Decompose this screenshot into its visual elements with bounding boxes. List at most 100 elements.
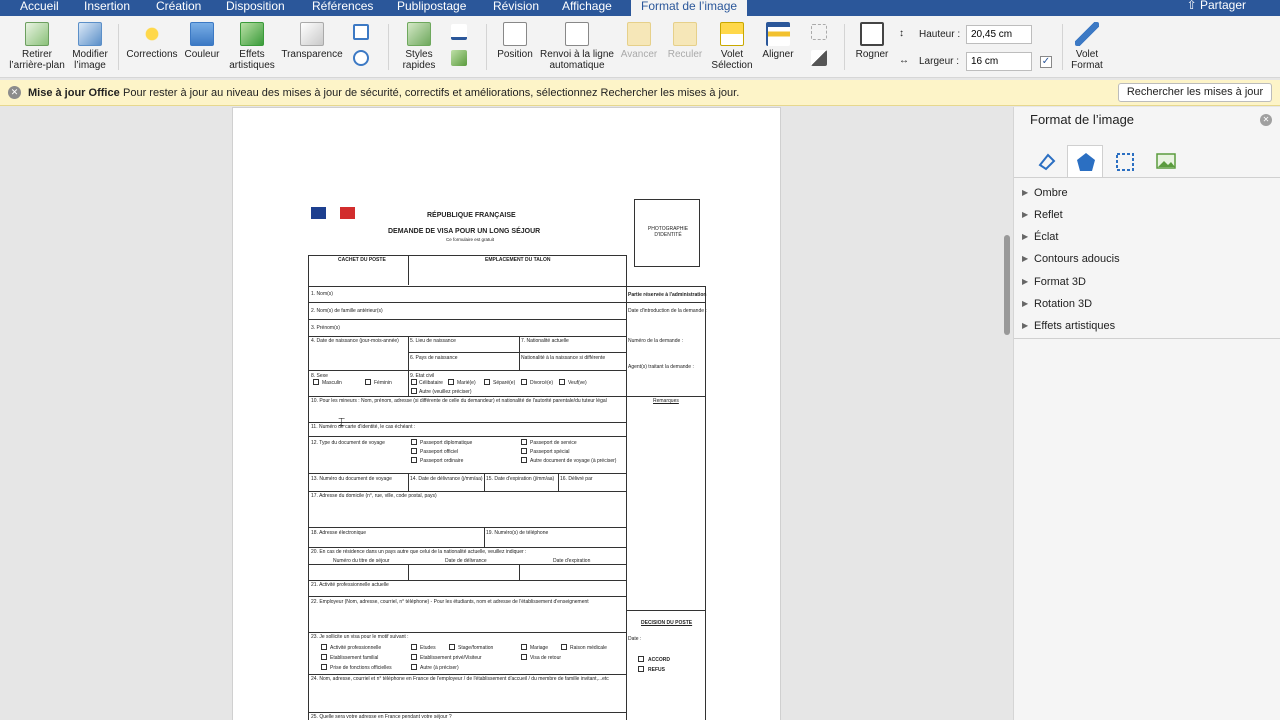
share-button[interactable]: ⇧ Partager bbox=[1187, 0, 1246, 12]
picture-border-button[interactable] bbox=[446, 24, 472, 43]
checkbox-duty[interactable] bbox=[321, 664, 327, 670]
tab-publipostage[interactable]: Publipostage bbox=[397, 0, 466, 16]
quick-styles-button[interactable]: Styles rapides bbox=[398, 22, 440, 71]
other-doc-label: Autre document de voyage (à préciser) bbox=[530, 458, 617, 464]
artistic-effects-button[interactable]: Effets artistiques bbox=[226, 22, 278, 71]
checkbox-other-status[interactable] bbox=[411, 388, 417, 394]
format-pane-button[interactable]: Volet Format bbox=[1066, 22, 1108, 71]
checkbox-widow[interactable] bbox=[559, 379, 565, 385]
tab-layout-size[interactable] bbox=[1107, 145, 1143, 177]
selection-pane-label: Volet Sélection bbox=[711, 49, 753, 71]
tab-revision[interactable]: Révision bbox=[493, 0, 539, 16]
lock-aspect-checkbox[interactable]: ✓ bbox=[1040, 56, 1052, 68]
special-label: Passeport spécial bbox=[530, 449, 570, 455]
checkbox-service[interactable] bbox=[521, 439, 527, 445]
check-updates-button[interactable]: Rechercher les mises à jour bbox=[1118, 83, 1272, 102]
checkbox-refus[interactable] bbox=[638, 666, 644, 672]
change-picture-button[interactable] bbox=[350, 50, 372, 69]
height-input[interactable] bbox=[966, 25, 1032, 44]
checkbox-separated[interactable] bbox=[484, 379, 490, 385]
checkbox-official[interactable] bbox=[411, 448, 417, 454]
section-3d-rotation[interactable]: ▶ Rotation 3D bbox=[1014, 293, 1280, 315]
section-glow[interactable]: ▶ Éclat bbox=[1014, 226, 1280, 248]
tab-disposition[interactable]: Disposition bbox=[226, 0, 285, 16]
edit-image-button[interactable]: Modifier l’image bbox=[66, 22, 114, 71]
chevron-right-icon: ▶ bbox=[1022, 321, 1029, 330]
field-22: 22. Employeur (Nom, adresse, courriel, n… bbox=[311, 599, 589, 605]
section-shadow[interactable]: ▶ Ombre bbox=[1014, 182, 1280, 204]
bring-forward-button[interactable]: Avancer bbox=[618, 22, 660, 60]
crop-button[interactable]: Rogner bbox=[852, 22, 892, 60]
checkbox-ordinary[interactable] bbox=[411, 457, 417, 463]
checkbox-marriage[interactable] bbox=[521, 644, 527, 650]
form-line bbox=[308, 580, 626, 581]
form-line bbox=[308, 527, 626, 528]
checkbox-divorced[interactable] bbox=[521, 379, 527, 385]
field-14: 14. Date de délivrance (j/mm/aa) bbox=[410, 476, 483, 482]
chevron-right-icon: ▶ bbox=[1022, 210, 1029, 219]
section-3d-format[interactable]: ▶ Format 3D bbox=[1014, 271, 1280, 293]
checkbox-special[interactable] bbox=[521, 448, 527, 454]
checkbox-accord[interactable] bbox=[638, 656, 644, 662]
pen-icon bbox=[451, 24, 467, 40]
tab-format-image[interactable]: Format de l’image bbox=[631, 0, 748, 16]
close-icon[interactable]: ✕ bbox=[1260, 114, 1272, 126]
separated-label: Séparé(e) bbox=[493, 380, 516, 386]
visa-form-image[interactable]: RÉPUBLIQUE FRANÇAISE DEMANDE DE VISA POU… bbox=[308, 199, 708, 720]
tab-fill-line[interactable] bbox=[1028, 145, 1064, 177]
tab-creation[interactable]: Création bbox=[156, 0, 201, 16]
section-soft-edges[interactable]: ▶ Contours adoucis bbox=[1014, 248, 1280, 270]
checkbox-male[interactable] bbox=[313, 379, 319, 385]
tab-effects[interactable] bbox=[1067, 145, 1103, 177]
width-input[interactable] bbox=[966, 52, 1032, 71]
tab-affichage[interactable]: Affichage bbox=[562, 0, 612, 16]
chevron-right-icon: ▶ bbox=[1022, 299, 1029, 308]
tab-references[interactable]: Références bbox=[312, 0, 373, 16]
corrections-button[interactable]: Corrections bbox=[124, 22, 180, 60]
form-line bbox=[408, 564, 409, 580]
checkbox-diplomatic[interactable] bbox=[411, 439, 417, 445]
checkbox-studies[interactable] bbox=[411, 644, 417, 650]
tab-insertion[interactable]: Insertion bbox=[84, 0, 130, 16]
ribbon-separator bbox=[118, 24, 119, 70]
position-button[interactable]: Position bbox=[494, 22, 536, 60]
service-label: Passeport de service bbox=[530, 440, 577, 446]
section-reflection[interactable]: ▶ Reflet bbox=[1014, 204, 1280, 226]
female-label: Féminin bbox=[374, 380, 392, 386]
group-button[interactable] bbox=[806, 24, 832, 43]
checkbox-single[interactable] bbox=[411, 379, 417, 385]
remove-background-icon bbox=[25, 22, 49, 46]
chevron-right-icon: ▶ bbox=[1022, 188, 1029, 197]
checkbox-private[interactable] bbox=[411, 654, 417, 660]
family-label: Etablissement familial bbox=[330, 655, 379, 661]
checkbox-internship[interactable] bbox=[449, 644, 455, 650]
selection-pane-button[interactable]: Volet Sélection bbox=[708, 22, 756, 71]
compress-pictures-button[interactable] bbox=[350, 24, 372, 43]
remove-background-button[interactable]: Retirer l’arrière-plan bbox=[6, 22, 68, 71]
checkbox-pro[interactable] bbox=[321, 644, 327, 650]
checkbox-other-doc[interactable] bbox=[521, 457, 527, 463]
checkbox-married[interactable] bbox=[448, 379, 454, 385]
close-icon[interactable]: ✕ bbox=[8, 86, 21, 99]
rotate-button[interactable] bbox=[806, 50, 832, 69]
tab-accueil[interactable]: Accueil bbox=[20, 0, 59, 16]
checkbox-female[interactable] bbox=[365, 379, 371, 385]
align-button[interactable]: Aligner bbox=[760, 22, 796, 60]
checkbox-family[interactable] bbox=[321, 654, 327, 660]
wrap-text-button[interactable]: Renvoi à la ligne automatique bbox=[538, 22, 616, 71]
section-artistic-effects[interactable]: ▶ Effets artistiques bbox=[1014, 315, 1280, 337]
share-icon: ⇧ bbox=[1186, 0, 1200, 12]
other-status-label: Autre (veuillez préciser) bbox=[419, 389, 472, 395]
picture-effects-button[interactable] bbox=[446, 50, 472, 69]
send-backward-button[interactable]: Reculer bbox=[664, 22, 706, 60]
admin-label: Partie réservée à l'administration bbox=[628, 292, 707, 298]
transparency-button[interactable]: Transparence bbox=[280, 22, 344, 60]
other-reason-label: Autre (à préciser) bbox=[420, 665, 459, 671]
document-scrollbar[interactable] bbox=[1004, 235, 1010, 335]
official-label: Passeport officiel bbox=[420, 449, 458, 455]
checkbox-medical[interactable] bbox=[561, 644, 567, 650]
color-button[interactable]: Couleur bbox=[182, 22, 222, 60]
tab-picture[interactable] bbox=[1148, 145, 1184, 177]
checkbox-return[interactable] bbox=[521, 654, 527, 660]
checkbox-other-reason[interactable] bbox=[411, 664, 417, 670]
